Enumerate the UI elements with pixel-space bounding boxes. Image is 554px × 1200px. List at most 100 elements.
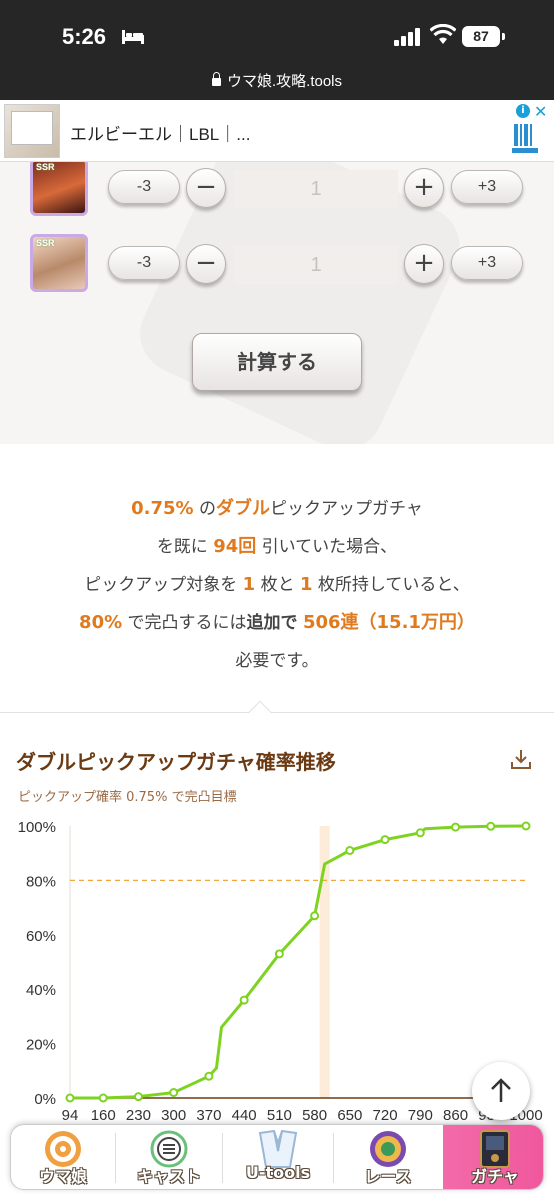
- battery-tip: [502, 33, 505, 40]
- card-row: SSR -3 − 1 + +3: [0, 158, 554, 218]
- y-tick-label: 20%: [26, 1037, 56, 1054]
- nav-label: ウマ娘: [38, 1167, 87, 1186]
- owned-count-2: 1: [300, 574, 313, 595]
- data-point: [345, 845, 355, 855]
- plus-button[interactable]: +: [404, 168, 444, 208]
- nav-label: キャスト: [136, 1167, 201, 1186]
- status-bar: 5:26 87 ウマ娘.攻略.tools: [0, 0, 554, 100]
- arrow-up-icon: [491, 1078, 511, 1102]
- result-line-3: ピックアップ対象を 1 枚と 1 枚所持していると、: [0, 566, 554, 604]
- rate-value: 0.75%: [131, 498, 194, 519]
- minus-button[interactable]: −: [186, 168, 226, 208]
- count-field[interactable]: 1: [234, 170, 398, 208]
- x-tick-label: 580: [302, 1107, 327, 1124]
- plus-3-button[interactable]: +3: [451, 246, 523, 280]
- rarity-badge: SSR: [36, 238, 55, 248]
- clock: 5:26: [62, 24, 107, 49]
- nav-label: レース: [364, 1167, 412, 1186]
- data-point: [310, 911, 320, 921]
- x-tick-label: 510: [267, 1107, 292, 1124]
- minus-button[interactable]: −: [186, 244, 226, 284]
- nav-item-utools[interactable]: U-tools: [223, 1125, 333, 1189]
- nav-item-race[interactable]: レース: [334, 1125, 442, 1189]
- text: ピックアップガチャ: [270, 499, 423, 519]
- nav-label: U-tools: [245, 1163, 311, 1182]
- ad-banner[interactable]: エルビーエル｜LBL｜... i ✕: [0, 100, 554, 162]
- result-line-4: 80% で完凸するには追加で 506連（15.1万円）: [0, 604, 554, 642]
- minus-3-button[interactable]: -3: [108, 170, 180, 204]
- text: ピックアップ対象を: [84, 575, 243, 595]
- data-point: [451, 822, 461, 832]
- x-tick-label: 230: [126, 1107, 151, 1124]
- text: 引いていた場合、: [256, 537, 398, 557]
- ad-close-icon[interactable]: ✕: [534, 102, 547, 121]
- owned-count-1: 1: [242, 574, 256, 595]
- battery-icon: 87: [462, 26, 500, 47]
- ad-text: エルビーエル｜LBL｜...: [70, 125, 251, 144]
- x-tick-label: 160: [91, 1107, 116, 1124]
- card-thumbnail: SSR: [30, 158, 88, 216]
- ad-logo-icon: [512, 124, 538, 153]
- text: 追加で: [246, 613, 298, 633]
- calculate-button[interactable]: 計算する: [192, 333, 362, 391]
- x-tick-label: 860: [443, 1107, 468, 1124]
- x-tick-label: 300: [161, 1107, 186, 1124]
- rarity-badge: SSR: [36, 162, 55, 172]
- ad-thumbnail-sign: [11, 111, 53, 145]
- x-tick-label: 720: [373, 1107, 398, 1124]
- count-field[interactable]: 1: [234, 246, 398, 284]
- plus-button[interactable]: +: [404, 244, 444, 284]
- gacha-type: ダブル: [216, 498, 270, 519]
- card-thumbnail: SSR: [30, 234, 88, 292]
- result-line-5: 必要です。: [0, 642, 554, 680]
- pulls-value: 94回: [213, 536, 257, 557]
- y-tick-label: 0%: [34, 1091, 56, 1108]
- x-tick-label: 790: [408, 1107, 433, 1124]
- data-point: [65, 1093, 75, 1103]
- y-tick-label: 60%: [26, 928, 56, 945]
- ad-thumbnail: [4, 104, 60, 158]
- address-bar[interactable]: ウマ娘.攻略.tools: [0, 70, 554, 91]
- text: を既に: [156, 537, 214, 557]
- result-text: 0.75% のダブルピックアップガチャ を既に 94回 引いていた場合、 ピック…: [0, 490, 554, 680]
- data-point: [239, 995, 249, 1005]
- data-point: [521, 821, 531, 831]
- data-point: [274, 949, 284, 959]
- text: 必要です。: [235, 651, 319, 671]
- y-tick-label: 100%: [18, 819, 56, 836]
- data-point: [169, 1088, 179, 1098]
- text: の: [193, 499, 216, 519]
- nav-item-gacha[interactable]: ガチャ: [443, 1125, 543, 1189]
- x-tick-label: 440: [232, 1107, 257, 1124]
- chart-grid: [69, 826, 526, 1099]
- text: 枚と: [255, 575, 300, 595]
- x-tick-label: 370: [196, 1107, 221, 1124]
- data-point: [204, 1071, 214, 1081]
- plus-3-button[interactable]: +3: [451, 170, 523, 204]
- y-tick-label: 40%: [26, 982, 56, 999]
- series-line: [70, 824, 527, 1100]
- result-line-1: 0.75% のダブルピックアップガチャ: [0, 490, 554, 528]
- minus-3-button[interactable]: -3: [108, 246, 180, 280]
- lock-icon: [211, 72, 221, 86]
- x-tick-label: 650: [337, 1107, 362, 1124]
- y-tick-label: 80%: [26, 873, 56, 890]
- probability-chart: 0% 20% 40% 60% 80% 100% 94 160 230 300 370 440 510 5…: [18, 819, 543, 1124]
- needed-pulls: 506連（15.1万円）: [302, 612, 475, 633]
- ad-info-icon[interactable]: i: [516, 104, 530, 118]
- card-row: SSR -3 − 1 + +3: [0, 234, 554, 294]
- chart-series: [65, 821, 531, 1103]
- data-point: [380, 835, 390, 845]
- scroll-to-top-button[interactable]: [472, 1062, 530, 1120]
- nav-item-cast[interactable]: キャスト: [116, 1125, 222, 1189]
- wifi-icon: [430, 24, 456, 44]
- cellular-signal-icon: [394, 28, 420, 46]
- chart-title: ダブルピックアップガチャ確率推移: [16, 750, 336, 774]
- chart-y-axis: 0% 20% 40% 60% 80% 100%: [18, 819, 56, 1108]
- data-point: [133, 1092, 143, 1102]
- download-icon[interactable]: [510, 748, 532, 770]
- x-tick-label: 94: [62, 1107, 79, 1124]
- text: で完凸するには: [122, 613, 247, 633]
- result-line-2: を既に 94回 引いていた場合、: [0, 528, 554, 566]
- nav-item-uma[interactable]: ウマ娘: [11, 1125, 115, 1189]
